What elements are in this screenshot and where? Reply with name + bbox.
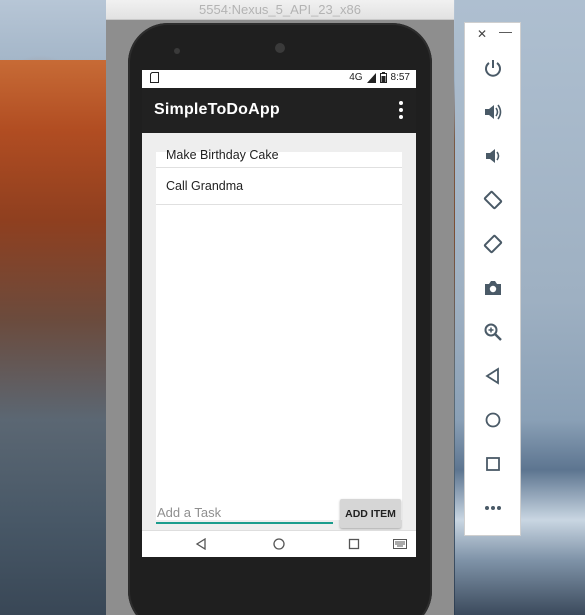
overflow-menu-icon[interactable] bbox=[392, 98, 410, 122]
task-list[interactable]: Make Birthday Cake Call Grandma bbox=[156, 148, 402, 205]
task-input[interactable] bbox=[156, 502, 333, 524]
app-bar: SimpleToDoApp bbox=[142, 88, 416, 133]
emulator-titlebar[interactable]: 5554:Nexus_5_API_23_x86 bbox=[106, 0, 454, 20]
phone-screen: 4G 8:57 SimpleToDoApp Make Birthday Cake bbox=[142, 70, 416, 557]
rotate-right-icon[interactable] bbox=[481, 232, 505, 256]
home-icon[interactable] bbox=[481, 408, 505, 432]
task-label: Call Grandma bbox=[166, 179, 244, 193]
status-time: 8:57 bbox=[390, 72, 410, 83]
status-icons: 4G 8:57 bbox=[349, 72, 410, 83]
zoom-icon[interactable] bbox=[481, 320, 505, 344]
toolbar-header: ✕ — bbox=[465, 23, 522, 49]
emulator-window: 5554:Nexus_5_API_23_x86 4G 8:57 SimpleTo… bbox=[106, 0, 454, 615]
wallpaper-rock bbox=[0, 60, 106, 615]
task-panel: Make Birthday Cake Call Grandma bbox=[156, 148, 402, 520]
nav-bar bbox=[142, 530, 416, 557]
list-item[interactable]: Make Birthday Cake bbox=[156, 148, 402, 168]
phone-frame: 4G 8:57 SimpleToDoApp Make Birthday Cake bbox=[128, 23, 432, 615]
nav-overview-icon[interactable] bbox=[345, 535, 363, 553]
minimize-icon[interactable]: — bbox=[499, 24, 512, 39]
nav-back-icon[interactable] bbox=[192, 535, 210, 553]
add-task-row: ADD ITEM bbox=[156, 488, 402, 528]
app-title: SimpleToDoApp bbox=[154, 101, 280, 118]
signal-label: 4G bbox=[349, 72, 363, 83]
nav-keyboard-icon[interactable] bbox=[391, 535, 409, 553]
close-icon[interactable]: ✕ bbox=[477, 27, 487, 41]
rotate-left-icon[interactable] bbox=[481, 188, 505, 212]
nav-home-icon[interactable] bbox=[270, 535, 288, 553]
more-icon[interactable] bbox=[481, 496, 505, 520]
task-label: Make Birthday Cake bbox=[166, 148, 279, 162]
camera-icon[interactable] bbox=[481, 276, 505, 300]
list-item[interactable]: Call Grandma bbox=[156, 168, 402, 205]
emulator-title: 5554:Nexus_5_API_23_x86 bbox=[199, 2, 361, 17]
volume-down-icon[interactable] bbox=[481, 144, 505, 168]
front-camera bbox=[174, 48, 180, 54]
emulator-body: 4G 8:57 SimpleToDoApp Make Birthday Cake bbox=[106, 20, 454, 615]
phone-speaker bbox=[275, 43, 285, 53]
overview-icon[interactable] bbox=[481, 452, 505, 476]
signal-icon bbox=[366, 72, 376, 83]
emulator-toolbar: ✕ — bbox=[464, 22, 521, 536]
sd-card-icon bbox=[150, 72, 159, 86]
power-icon[interactable] bbox=[481, 56, 505, 80]
back-icon[interactable] bbox=[481, 364, 505, 388]
status-bar: 4G 8:57 bbox=[142, 70, 416, 88]
battery-icon bbox=[379, 72, 387, 83]
volume-up-icon[interactable] bbox=[481, 100, 505, 124]
add-item-button[interactable]: ADD ITEM bbox=[340, 499, 401, 528]
